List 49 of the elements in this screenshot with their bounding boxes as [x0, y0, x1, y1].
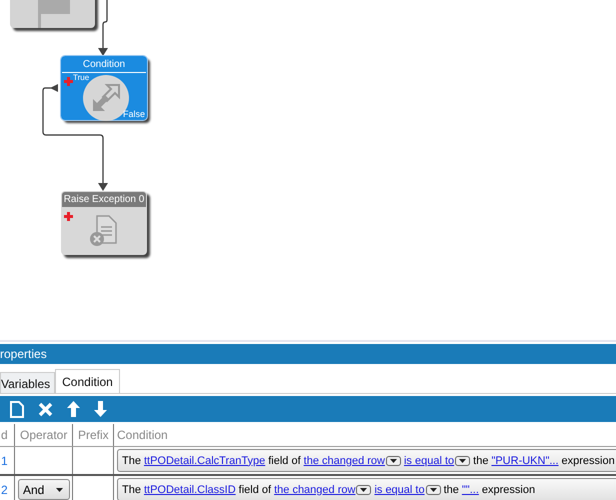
false-label: False [122, 109, 145, 119]
condition-link[interactable]: is equal to [404, 454, 454, 466]
up-arrow-icon[interactable] [67, 401, 80, 417]
caret-icon [360, 488, 368, 492]
column-header: d [0, 424, 15, 446]
operator-dropdown[interactable]: And [18, 479, 70, 500]
caret-icon [390, 458, 397, 462]
dropdown-button[interactable] [386, 456, 401, 466]
dropdown-button[interactable] [455, 456, 470, 466]
caret-icon [430, 488, 437, 492]
condition-link[interactable]: is equal to [374, 484, 425, 496]
panel-title: roperties [0, 347, 47, 361]
new-document-icon[interactable] [10, 400, 24, 418]
condition-text: The [122, 454, 141, 466]
caret-icon [56, 488, 63, 492]
condition-link[interactable]: ""... [462, 484, 479, 496]
row-id-link[interactable]: 1 [1, 454, 8, 468]
condition-link[interactable]: the changed row [304, 454, 385, 466]
row-id-link[interactable]: 2 [1, 482, 8, 496]
condition-text: expression [482, 484, 536, 496]
condition-text: field of [238, 484, 272, 496]
condition-text: field of [268, 454, 301, 466]
port-triangle-icon [50, 84, 58, 92]
column-header: Operator [15, 424, 73, 446]
condition-link[interactable]: "PUR-UKN"... [491, 454, 559, 466]
condition-link[interactable]: the changed row [274, 484, 356, 496]
condition-text: the [473, 454, 488, 466]
true-label: True [73, 73, 90, 82]
delete-icon[interactable] [38, 402, 53, 416]
tab[interactable]: Variables [0, 372, 56, 393]
connector-arrow [98, 0, 108, 56]
node-title: Condition [62, 57, 146, 73]
document-error-icon [89, 215, 119, 247]
workflow-node[interactable]: Raise Exception 0 [61, 191, 147, 255]
column-header: Prefix [73, 424, 114, 446]
condition-link[interactable]: ttPODetail.ClassID [144, 484, 236, 496]
condition-link[interactable]: ttPODetail.CalcTranType [144, 454, 266, 466]
condition-text: expression [562, 454, 615, 466]
tab[interactable]: Condition [55, 369, 120, 393]
condition-text: the [444, 484, 459, 496]
add-icon[interactable] [64, 212, 73, 221]
workflow-node[interactable]: Condition True False [61, 56, 147, 120]
down-arrow-icon[interactable] [94, 401, 107, 417]
condition-text: The [122, 484, 141, 496]
column-header: Condition [116, 427, 169, 444]
caret-icon [459, 458, 466, 462]
dropdown-button[interactable] [356, 484, 372, 494]
dropdown-button[interactable] [426, 484, 441, 494]
node-title: Raise Exception 0 [62, 192, 146, 207]
